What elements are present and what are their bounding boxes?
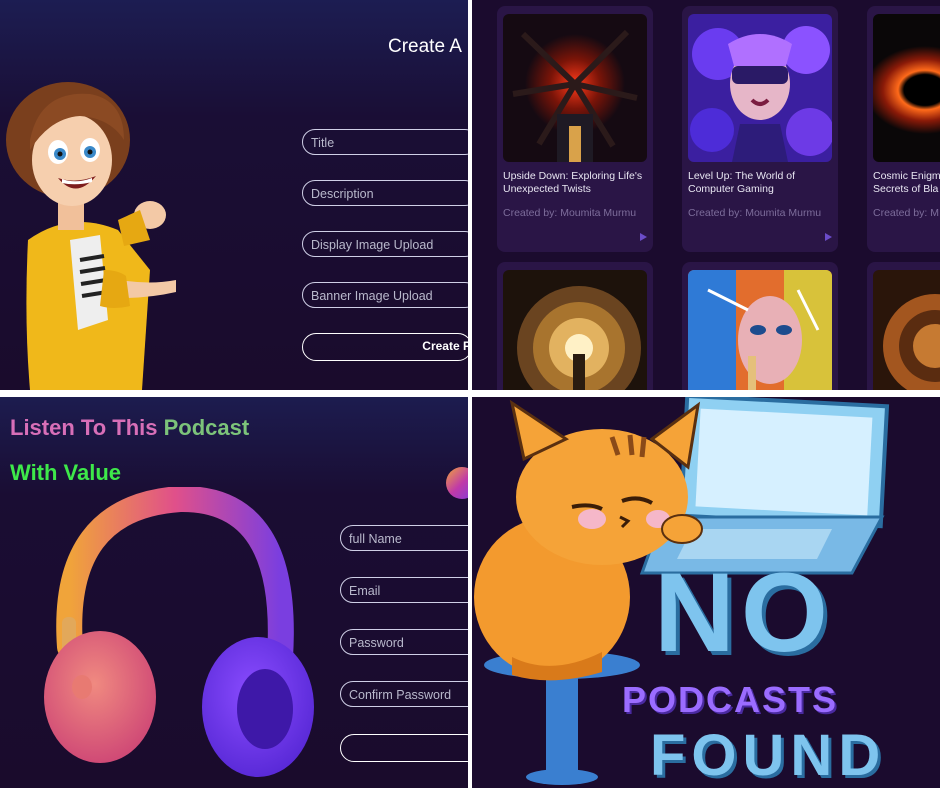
title-input[interactable]: Title <box>302 129 468 155</box>
headphones-illustration <box>44 487 314 777</box>
podcast-title: Upside Down: Exploring Life's Unexpected… <box>503 170 643 195</box>
create-podcast-button[interactable]: Create P <box>302 333 468 361</box>
empty-state-line2: PODCASTS <box>622 679 839 720</box>
podcast-card[interactable] <box>867 262 940 390</box>
play-icon[interactable] <box>825 233 832 241</box>
full-name-input[interactable]: full Name <box>340 525 468 551</box>
podcast-creator: Created by: Moumita Murmu <box>503 207 637 219</box>
podcast-card[interactable] <box>682 262 838 390</box>
hero-headline: Listen To This Podcast <box>10 415 249 441</box>
hero-headline-part1: Listen To This <box>10 415 158 440</box>
podcasts-grid-panel: Upside Down: Exploring Life's Unexpected… <box>472 0 940 390</box>
empty-state-line1: NO <box>654 550 834 675</box>
podcast-card[interactable]: Upside Down: Exploring Life's Unexpected… <box>497 6 653 252</box>
podcast-creator: Created by: M <box>873 207 939 219</box>
password-input[interactable]: Password <box>340 629 468 655</box>
hero-subheadline: With Value <box>10 460 122 485</box>
cartoon-girl-illustration <box>6 82 176 390</box>
display-image-upload-input[interactable]: Display Image Upload <box>302 231 468 257</box>
page-title: Create A <box>388 36 462 57</box>
podcast-title: Level Up: The World of Computer Gaming <box>688 170 795 195</box>
confirm-password-input[interactable]: Confirm Password <box>340 681 468 707</box>
podcast-card[interactable] <box>497 262 653 390</box>
podcast-cover-image <box>688 14 832 162</box>
create-podcast-panel: Create A Title Description Display Image… <box>0 0 468 390</box>
empty-state-line3: FOUND <box>650 723 887 788</box>
podcast-creator: Created by: Moumita Murmu <box>688 207 822 219</box>
hero-headline-part2: Podcast <box>163 415 250 440</box>
podcast-card[interactable]: Cosmic Enigm Secrets of Bla Created by: … <box>867 6 940 252</box>
podcast-cover-image <box>873 14 940 162</box>
signup-button[interactable] <box>340 734 468 762</box>
signup-panel: Listen To This Podcast With Value full N… <box>0 397 468 788</box>
gradient-orb-icon <box>446 467 468 499</box>
create-podcast-button-label: Create P <box>422 339 468 353</box>
banner-image-upload-input[interactable]: Banner Image Upload <box>302 282 468 308</box>
description-input[interactable]: Description <box>302 180 468 206</box>
podcast-cover-image <box>688 270 832 390</box>
podcast-card[interactable]: Level Up: The World of Computer Gaming C… <box>682 6 838 252</box>
podcast-cover-image <box>503 14 647 162</box>
empty-state-panel: NO PODCASTS FOUND <box>472 397 940 788</box>
email-input[interactable]: Email <box>340 577 468 603</box>
podcast-title: Cosmic Enigm Secrets of Bla <box>873 170 940 195</box>
podcast-cover-image <box>873 270 940 390</box>
play-icon[interactable] <box>640 233 647 241</box>
podcast-cover-image <box>503 270 647 390</box>
